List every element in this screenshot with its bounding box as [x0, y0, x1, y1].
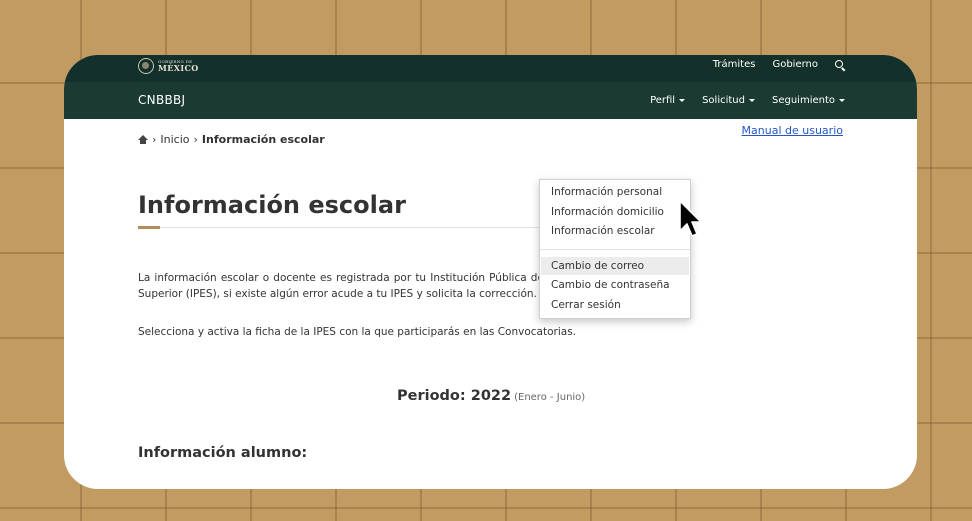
nav-item-solicitud-label: Solicitud	[702, 95, 745, 106]
instruction-paragraph: Selecciona y activa la ficha de la IPES …	[138, 326, 576, 338]
menu-item-cambio-contrasena[interactable]: Cambio de contraseña	[541, 276, 689, 294]
perfil-dropdown-menu: Información personal Información domicil…	[539, 179, 691, 319]
breadcrumb-separator: ›	[152, 133, 157, 146]
mouse-cursor-icon	[679, 200, 702, 237]
nav-item-solicitud[interactable]: Solicitud	[702, 95, 755, 106]
menu-item-cambio-correo[interactable]: Cambio de correo	[541, 257, 689, 275]
title-divider	[138, 227, 608, 228]
government-top-bar: GOBIERNO DE MÉXICO Trámites Gobierno	[64, 55, 917, 82]
search-icon[interactable]	[835, 59, 845, 70]
caret-down-icon	[839, 99, 845, 102]
nav-item-perfil[interactable]: Perfil	[650, 95, 686, 106]
browser-frame: GOBIERNO DE MÉXICO Trámites Gobierno CNB…	[64, 55, 917, 489]
nav-item-perfil-label: Perfil	[650, 95, 676, 106]
nav-item-seguimiento-label: Seguimiento	[771, 95, 835, 106]
menu-item-informacion-domicilio[interactable]: Información domicilio	[541, 203, 689, 221]
menu-item-informacion-personal[interactable]: Información personal	[541, 183, 689, 201]
periodo-heading: Periodo: 2022 (Enero - Junio)	[397, 388, 585, 404]
menu-item-cerrar-sesion[interactable]: Cerrar sesión	[541, 296, 689, 314]
menu-item-informacion-escolar[interactable]: Información escolar	[541, 222, 689, 240]
gobierno-link[interactable]: Gobierno	[772, 59, 818, 70]
breadcrumb-inicio-link[interactable]: Inicio	[160, 133, 189, 146]
title-accent-bar	[138, 226, 160, 229]
page-title: Información escolar	[138, 191, 406, 219]
logo-big-text: MÉXICO	[158, 63, 199, 73]
main-navbar: CNBBBJ Perfil Solicitud Seguimiento	[64, 82, 917, 119]
nav-menu: Perfil Solicitud Seguimiento	[650, 95, 845, 106]
main-content: › Inicio › Información escolar Manual de…	[64, 119, 917, 489]
caret-down-icon	[748, 99, 755, 102]
breadcrumb-separator: ›	[193, 133, 198, 146]
alumno-heading: Información alumno:	[138, 445, 308, 461]
periodo-label: Periodo: 2022	[397, 388, 512, 404]
logo-text: GOBIERNO DE MÉXICO	[158, 60, 199, 73]
tramites-link[interactable]: Trámites	[713, 59, 756, 70]
breadcrumb: › Inicio › Información escolar	[138, 133, 325, 146]
gobierno-mexico-logo[interactable]: GOBIERNO DE MÉXICO	[138, 56, 199, 76]
periodo-range: (Enero - Junio)	[514, 392, 586, 403]
seal-icon	[138, 58, 154, 74]
brand-name[interactable]: CNBBBJ	[138, 93, 185, 107]
menu-divider	[540, 249, 690, 250]
home-icon[interactable]	[138, 135, 148, 144]
caret-down-icon	[679, 99, 686, 102]
manual-usuario-link[interactable]: Manual de usuario	[742, 124, 843, 137]
info-paragraph: La información escolar o docente es regi…	[138, 272, 602, 300]
nav-item-seguimiento[interactable]: Seguimiento	[772, 95, 845, 106]
top-links: Trámites Gobierno	[713, 55, 845, 74]
breadcrumb-current: Información escolar	[201, 133, 325, 146]
